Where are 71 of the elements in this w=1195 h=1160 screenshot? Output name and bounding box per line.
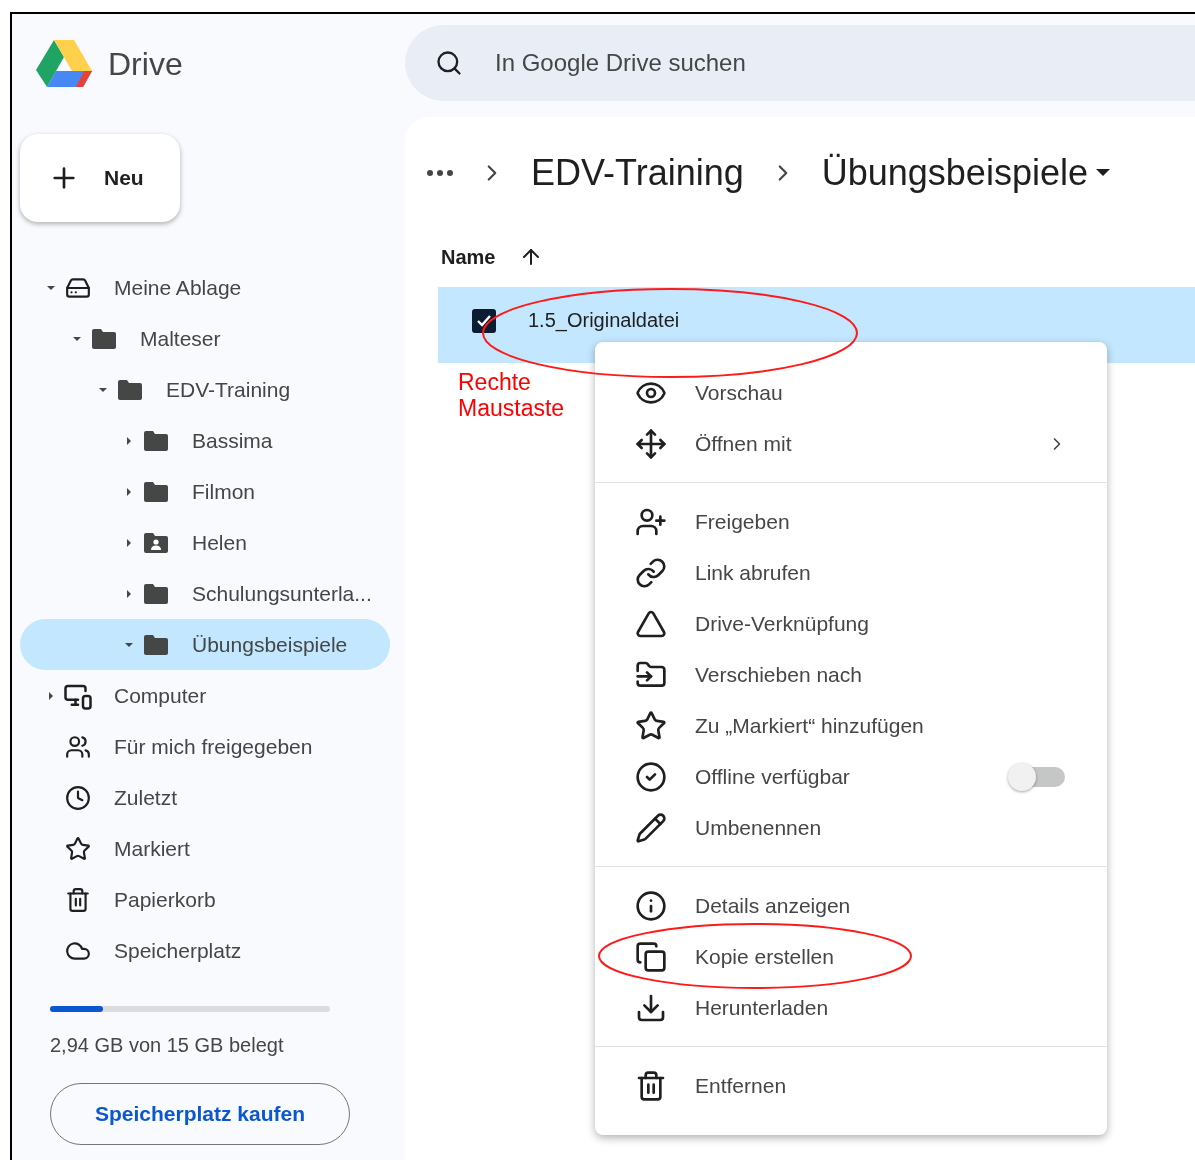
pencil-icon: [635, 811, 667, 844]
breadcrumb-item[interactable]: Übungsbeispiele: [821, 152, 1110, 194]
nav-item[interactable]: Speicherplatz: [20, 925, 390, 976]
app-title: Drive: [108, 45, 183, 83]
folder-icon: [143, 582, 169, 605]
expand-caret-icon[interactable]: [47, 691, 55, 700]
menu-item[interactable]: Verschieben nach: [595, 649, 1107, 700]
copy-icon: [635, 940, 667, 973]
tree-item[interactable]: Computer: [20, 670, 390, 721]
checkmark-icon: [477, 315, 491, 327]
trash-icon: [635, 1069, 667, 1102]
new-button[interactable]: Neu: [20, 134, 180, 222]
tree-item[interactable]: EDV-Training: [20, 364, 390, 415]
dropdown-caret-icon: [1095, 169, 1110, 177]
menu-item[interactable]: Umbenennen: [595, 802, 1107, 853]
menu-item[interactable]: Kopie erstellen: [595, 931, 1107, 982]
menu-item[interactable]: Offline verfügbar: [595, 751, 1107, 802]
menu-item[interactable]: Herunterladen: [595, 982, 1107, 1033]
toggle-switch[interactable]: [1007, 761, 1067, 792]
folder-icon: [143, 480, 169, 503]
expand-caret-icon[interactable]: [125, 538, 133, 547]
file-name: 1.5_Originaldatei: [528, 309, 680, 332]
folder-icon: [143, 429, 169, 452]
selected-tree-item[interactable]: Übungsbeispiele: [20, 619, 390, 670]
star-icon: [635, 709, 667, 742]
collapse-caret-icon[interactable]: [73, 334, 81, 343]
breadcrumb-item[interactable]: EDV-Training: [531, 152, 744, 194]
clock-icon: [65, 784, 91, 811]
menu-item[interactable]: Entfernen: [595, 1060, 1107, 1111]
people-icon: [65, 733, 91, 760]
tree-item[interactable]: Helen: [20, 517, 390, 568]
folder-icon: [143, 633, 169, 656]
search-icon[interactable]: [435, 49, 463, 77]
folder-icon: [91, 327, 117, 350]
expand-caret-icon[interactable]: [125, 436, 133, 445]
annotation-text: Rechte Maustaste: [458, 369, 566, 421]
link-icon: [635, 556, 667, 589]
nav-item[interactable]: Für mich freigegeben: [20, 721, 390, 772]
expand-caret-icon[interactable]: [125, 487, 133, 496]
tree-item[interactable]: Meine Ablage: [20, 262, 390, 313]
collapse-caret-icon[interactable]: [47, 283, 55, 292]
shared-folder-icon: [143, 531, 169, 554]
checkbox[interactable]: [472, 309, 496, 333]
storage-usage-text: 2,94 GB von 15 GB belegt: [50, 1034, 285, 1057]
menu-item[interactable]: Drive-Verknüpfung: [595, 598, 1107, 649]
check-circle-icon: [635, 760, 667, 793]
nav-item[interactable]: Zuletzt: [20, 772, 390, 823]
move-arrows-icon: [635, 427, 667, 460]
menu-item[interactable]: Zu „Markiert“ hinzufügen: [595, 700, 1107, 751]
column-header[interactable]: Name: [441, 245, 496, 269]
nav-item[interactable]: Markiert: [20, 823, 390, 874]
tree-item[interactable]: Filmon: [20, 466, 390, 517]
menu-item[interactable]: Freigeben: [595, 496, 1107, 547]
folder-icon: [117, 378, 143, 401]
trash-icon: [65, 886, 91, 913]
tree-item[interactable]: Bassima: [20, 415, 390, 466]
tree-item[interactable]: Schulungsunterla...: [20, 568, 390, 619]
tree-item[interactable]: Malteser: [20, 313, 390, 364]
star-icon: [65, 835, 91, 862]
collapse-caret-icon[interactable]: [125, 640, 133, 649]
info-icon: [635, 889, 667, 922]
menu-item[interactable]: Öffnen mit: [595, 418, 1107, 469]
drive-logo: [34, 38, 94, 90]
search-input[interactable]: In Google Drive suchen: [493, 48, 993, 78]
expand-caret-icon[interactable]: [125, 589, 133, 598]
more-icon[interactable]: [427, 170, 453, 176]
menu-item[interactable]: Link abrufen: [595, 547, 1107, 598]
menu-item[interactable]: Vorschau: [595, 367, 1107, 418]
menu-item[interactable]: Details anzeigen: [595, 880, 1107, 931]
collapse-caret-icon[interactable]: [99, 385, 107, 394]
nav-item[interactable]: Papierkorb: [20, 874, 390, 925]
